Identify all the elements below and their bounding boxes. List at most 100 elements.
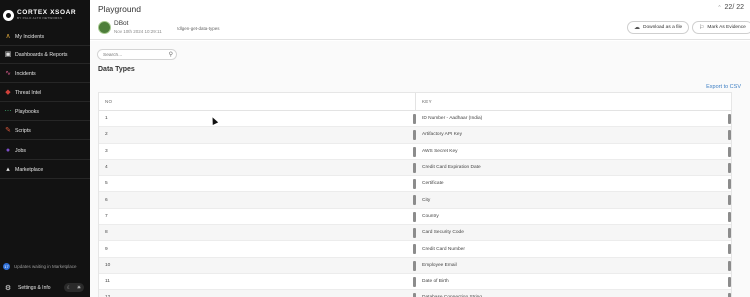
chevron-up-icon[interactable]: ⌃: [717, 5, 721, 11]
sidebar-item-playbooks[interactable]: ⋯ Playbooks: [0, 103, 90, 121]
table-row[interactable]: 4 Credit Card Expiration Date: [99, 159, 731, 177]
cell-key: Country: [416, 209, 731, 224]
column-resize-handle[interactable]: [728, 244, 731, 255]
column-resize-handle[interactable]: [728, 276, 731, 287]
table-row[interactable]: 8 Card Security Code: [99, 225, 731, 242]
cell-key: Artifactory API Key: [416, 127, 731, 142]
table-row[interactable]: 12 Database Connection String: [99, 290, 731, 297]
sidebar-item-label: Dashboards & Reports: [15, 51, 68, 58]
cell-no: 9: [99, 241, 416, 256]
updates-badge: 17: [3, 262, 10, 270]
cortex-logo-icon: [3, 9, 14, 21]
column-resize-handle[interactable]: [728, 260, 731, 271]
logo[interactable]: CORTEX XSOAR BY PALO ALTO NETWORKS: [3, 8, 87, 22]
search-input[interactable]: [103, 51, 163, 59]
evidence-label: Mark As Evidence: [707, 25, 746, 30]
settings-and-info[interactable]: ⚙ Settings & Info: [4, 283, 51, 293]
table-row[interactable]: 9 Credit Card Number: [99, 241, 731, 258]
sidebar-item-label: Playbooks: [15, 108, 39, 115]
sidebar-item-label: My Incidents: [15, 33, 45, 40]
scripts-icon: ✎: [5, 127, 11, 134]
sidebar-item-label: Marketplace: [15, 166, 44, 173]
command-text: !dlgen-get-data-types: [177, 26, 220, 31]
sidebar-item-label: Scripts: [15, 127, 31, 134]
marketplace-icon: ▴: [6, 166, 10, 173]
incidents-chart-icon: ∧: [5, 33, 11, 40]
cell-key: Credit Card Expiration Date: [416, 160, 731, 175]
section-title: Data Types: [98, 66, 135, 73]
cell-no: 12: [99, 290, 416, 297]
search-icon[interactable]: ⚲: [169, 51, 173, 58]
sidebar: CORTEX XSOAR BY PALO ALTO NETWORKS ∧ My …: [0, 0, 90, 297]
column-resize-handle[interactable]: [728, 293, 731, 297]
column-resize-handle[interactable]: [728, 179, 731, 190]
sidebar-item-dashboards[interactable]: ▣ Dashboards & Reports: [0, 46, 90, 64]
table-row[interactable]: 10 Employee Email: [99, 257, 731, 274]
avatar: [98, 21, 111, 34]
gear-icon: ⚙: [4, 284, 12, 292]
logo-subtitle: BY PALO ALTO NETWORKS: [17, 16, 63, 21]
updates-text: Updates waiting in Marketplace: [14, 263, 77, 269]
cell-key: ID Number - Aadhaar (India): [416, 111, 731, 126]
data-types-table: NO KEY 1 ID Number - Aadhaar (India) 2 A…: [98, 92, 732, 297]
results-content: ⚲ Data Types Export to CSV NO KEY 1 ID N…: [90, 41, 750, 297]
cell-no: 5: [99, 176, 416, 191]
table-row[interactable]: 3 AWS Secret Key: [99, 144, 731, 160]
search-box[interactable]: ⚲: [97, 49, 177, 60]
sidebar-item-threat-intel[interactable]: ◆ Threat Intel: [0, 84, 90, 102]
column-resize-handle[interactable]: [728, 130, 731, 141]
threat-intel-icon: ◆: [5, 89, 11, 96]
dashboard-icon: ▣: [4, 51, 12, 58]
main-area: Playground ⌃ 22/ 22 DBot Nov 10th 2024 1…: [90, 0, 750, 297]
download-as-file-button[interactable]: ☁ Download as a file: [627, 21, 690, 34]
cell-no: 8: [99, 225, 416, 240]
column-resize-handle[interactable]: [728, 162, 731, 173]
result-pager[interactable]: ⌃ 22/ 22: [717, 4, 744, 11]
mark-as-evidence-button[interactable]: ⚐ Mark As Evidence: [692, 21, 750, 34]
column-resize-handle[interactable]: [728, 195, 731, 206]
column-resize-handle[interactable]: [728, 114, 731, 124]
sidebar-item-scripts[interactable]: ✎ Scripts: [0, 122, 90, 140]
cell-key: Card Security Code: [416, 225, 731, 240]
column-resize-handle[interactable]: [728, 146, 731, 157]
table-row[interactable]: 5 Certificate: [99, 176, 731, 193]
cell-key: Date of Birth: [416, 274, 731, 289]
sidebar-item-my-incidents[interactable]: ∧ My Incidents: [0, 28, 90, 46]
cell-key: Certificate: [416, 176, 731, 191]
table-header: NO KEY: [99, 93, 731, 111]
cell-key: City: [416, 192, 731, 207]
table-row[interactable]: 2 Artifactory API Key: [99, 127, 731, 144]
column-header-key[interactable]: KEY: [416, 93, 731, 110]
bot-name: DBot: [114, 20, 129, 27]
export-to-csv-link[interactable]: Export to CSV: [706, 84, 741, 90]
cell-no: 11: [99, 274, 416, 289]
column-resize-handle[interactable]: [728, 211, 731, 222]
flag-icon: ⚐: [699, 25, 705, 31]
cell-no: 6: [99, 192, 416, 207]
sidebar-item-marketplace[interactable]: ▴ Marketplace: [0, 161, 90, 179]
column-resize-handle[interactable]: [728, 228, 731, 239]
table-row[interactable]: 11 Date of Birth: [99, 274, 731, 291]
moon-icon[interactable]: ☾: [67, 285, 71, 291]
sidebar-item-incidents[interactable]: ∿ Incidents: [0, 65, 90, 83]
sidebar-item-label: Threat Intel: [15, 89, 42, 96]
cell-no: 1: [99, 111, 416, 126]
table-body: 1 ID Number - Aadhaar (India) 2 Artifact…: [99, 111, 731, 297]
page-title: Playground: [98, 4, 142, 14]
theme-toggle[interactable]: ☾ ☀: [64, 283, 84, 292]
sidebar-item-label: Incidents: [15, 70, 36, 77]
table-row[interactable]: 7 Country: [99, 209, 731, 226]
settings-label: Settings & Info: [18, 285, 51, 291]
table-row[interactable]: 6 City: [99, 192, 731, 209]
sun-icon[interactable]: ☀: [77, 285, 81, 291]
column-header-no[interactable]: NO: [99, 93, 416, 110]
cell-no: 4: [99, 160, 416, 175]
pager-value: 22/ 22: [724, 4, 744, 11]
cell-no: 7: [99, 209, 416, 224]
cloud-download-icon: ☁: [634, 25, 640, 31]
jobs-icon: ●: [5, 147, 11, 154]
table-row[interactable]: 1 ID Number - Aadhaar (India): [99, 111, 731, 128]
marketplace-updates[interactable]: 17 Updates waiting in Marketplace: [3, 261, 89, 271]
playbooks-icon: ⋯: [4, 108, 12, 115]
sidebar-item-jobs[interactable]: ● Jobs: [0, 142, 90, 160]
